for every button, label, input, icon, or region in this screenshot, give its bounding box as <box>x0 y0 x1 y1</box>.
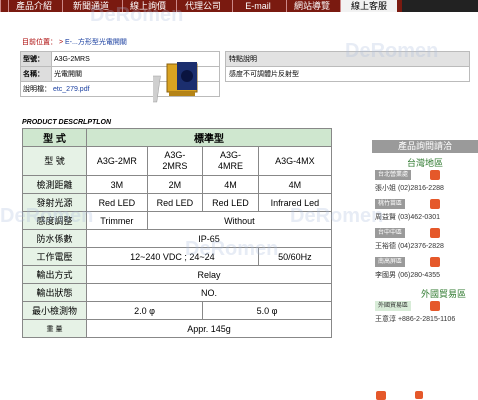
nav-products[interactable]: 產品介紹 <box>8 0 59 12</box>
spec-light-2: Red LED <box>146 193 204 212</box>
contact-area: 南高屏區 <box>375 257 406 267</box>
contact-avatar-icon[interactable] <box>430 257 440 267</box>
breadcrumb-sep: > <box>58 39 64 46</box>
contact-card[interactable]: 台北營業處 張小姐 (02)2816-2288 <box>372 170 478 196</box>
spec-model-1: A3G-2MR <box>86 146 148 176</box>
spec-distance-4: 4M <box>257 175 333 194</box>
spec-light-1: Red LED <box>86 193 148 212</box>
nav-support[interactable]: 線上客服 <box>340 0 397 12</box>
spec-min-label: 最小檢測物 <box>22 301 87 320</box>
features-text: 感度不可調體片反射型 <box>225 66 470 82</box>
contact-area: 外國貿易區 <box>375 301 412 311</box>
spec-light-4: Infrared Led <box>257 193 333 212</box>
spec-model-4: A3G-4MX <box>257 146 333 176</box>
features: 特點說明 感度不可調體片反射型 <box>225 51 470 82</box>
spec-weight: Appr. 145g <box>86 319 332 338</box>
breadcrumb-prefix: 目前位置： <box>22 39 57 46</box>
spec-freq: 50/60Hz <box>257 247 333 266</box>
contact-line: 周益賢 (03)462-0301 <box>375 214 440 221</box>
spec-header-type: 型 式 <box>22 128 87 147</box>
spec-distance-1: 3M <box>86 175 148 194</box>
contact-card[interactable]: 台中中區 王裕德 (04)2376-2828 <box>372 228 478 254</box>
contact-line: 王裕德 (04)2376-2828 <box>375 243 444 250</box>
spec-min-2: 5.0 φ <box>202 301 332 320</box>
breadcrumb: 目前位置： > E-...方形型光電開關 <box>22 37 127 47</box>
contact-area: 桃竹苗區 <box>375 199 406 209</box>
contact-avatar-icon[interactable] <box>430 170 440 180</box>
region-taiwan: 台灣地區 <box>406 158 443 168</box>
spec-volt-label: 工作電壓 <box>22 247 87 266</box>
spec-model-2: A3G- 2MRS <box>146 146 204 176</box>
spec-min-1: 2.0 φ <box>85 301 204 320</box>
product-image <box>153 62 198 103</box>
spec-model-label: 型 號 <box>22 146 87 176</box>
manual-link[interactable]: etc_279.pdf <box>53 86 90 93</box>
contact-card[interactable]: 外國貿易區 王意淳 +886-2-2815-1106 <box>372 301 478 327</box>
spec-table: 型 式 標準型 型 號 A3G-2MR A3G- 2MRS A3G- 4MRE … <box>22 128 333 338</box>
spec-distance-2: 2M <box>146 175 204 194</box>
model-label: 型號： <box>20 51 52 67</box>
contact-avatar-icon[interactable] <box>415 391 423 399</box>
spec-light-3: Red LED <box>202 193 259 212</box>
sidebar-title: 產品詢問請洽 <box>372 140 478 153</box>
spec-sens-2: Without <box>146 211 333 230</box>
spec-volt: 12~240 VDC ; 24~24 <box>86 247 259 266</box>
spec-ip: IP-65 <box>86 229 332 248</box>
spec-output: Relay <box>86 265 332 284</box>
spec-output-label: 輸出方式 <box>22 265 87 284</box>
nav-inquiry[interactable]: 線上詢價 <box>122 0 173 12</box>
contact-card[interactable]: 南高屏區 李國男 (06)280-4355 <box>372 257 478 283</box>
contact-line: 李國男 (06)280-4355 <box>375 272 440 279</box>
nav-news[interactable]: 新聞通道 <box>62 0 119 12</box>
spec-ip-label: 防水係數 <box>22 229 87 248</box>
contact-line: 張小姐 (02)2816-2288 <box>375 185 444 192</box>
contact-avatar-icon[interactable] <box>430 199 440 209</box>
top-nav: 產品介紹 新聞通道 線上詢價 代理公司 E-mail 網站導覽 線上客服 <box>0 0 478 12</box>
spec-header-standard: 標準型 <box>86 128 332 147</box>
nav-sitemap[interactable]: 網站導覽 <box>286 0 337 12</box>
contact-sidebar: 產品詢問請洽 台灣地區 台北營業處 張小姐 (02)2816-2288 桃竹苗區… <box>372 140 478 330</box>
spec-state-label: 輸出狀態 <box>22 283 87 302</box>
region-foreign: 外國貿易區 <box>420 289 466 299</box>
nav-agency[interactable]: 代理公司 <box>176 0 229 12</box>
contact-line: 王意淳 +886-2-2815-1106 <box>375 316 456 323</box>
name-label: 名稱： <box>20 66 52 82</box>
contact-avatar-icon[interactable] <box>430 301 440 311</box>
spec-state: NO. <box>86 283 332 302</box>
contact-avatar-icon[interactable] <box>430 228 440 238</box>
spec-title: PRODUCT DESCRLPTLON <box>22 119 112 126</box>
spec-weight-label: 重 量 <box>22 319 87 338</box>
contact-area: 台中中區 <box>375 228 406 238</box>
contact-area: 台北營業處 <box>375 170 412 180</box>
spec-distance-3: 4M <box>202 175 259 194</box>
features-heading: 特點說明 <box>225 51 470 67</box>
nav-edge <box>0 0 7 12</box>
contact-card[interactable]: 桃竹苗區 周益賢 (03)462-0301 <box>372 199 478 225</box>
spec-light-label: 發射光源 <box>22 193 87 212</box>
spec-model-3: A3G- 4MRE <box>202 146 259 176</box>
spec-sens-label: 感度調整 <box>22 211 87 230</box>
manual-label: 說明檔： <box>23 86 51 93</box>
spec-sens-1: Trimmer <box>86 211 148 230</box>
promo-banner[interactable] <box>402 0 478 12</box>
contact-avatar-icon[interactable] <box>376 391 386 400</box>
spec-distance-label: 檢測距離 <box>22 175 87 194</box>
nav-email[interactable]: E-mail <box>232 0 283 12</box>
breadcrumb-current[interactable]: E-...方形型光電開關 <box>65 39 127 46</box>
